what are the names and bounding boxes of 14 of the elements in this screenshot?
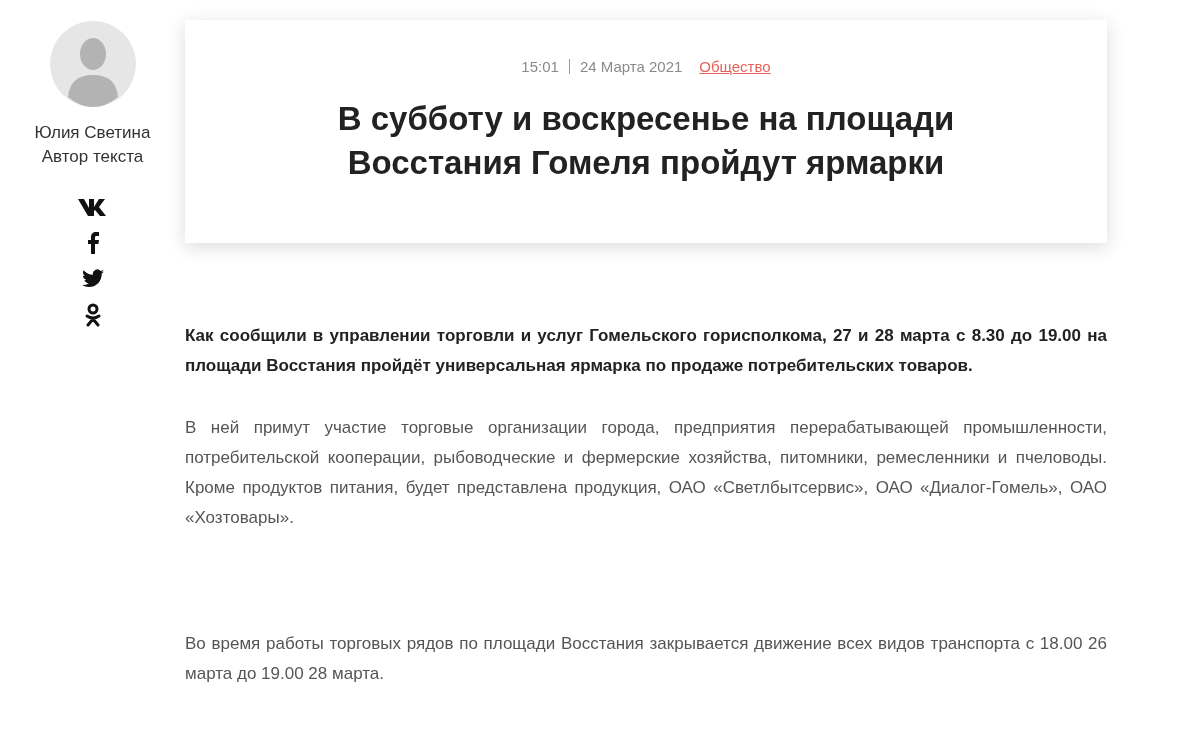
publish-date: 24 Марта 2021 — [579, 58, 683, 75]
avatar-icon — [49, 21, 136, 107]
lead-paragraph: Как сообщили в управлении торговли и услуг Гомельского горисполкома, 27 и 28 марта с 8.30 до 19.00 на площади Восстания пройдёт универсальная ярмарка по продаже потребительских товаров. — [185, 325, 1107, 377]
person-symbol-icon[interactable] — [84, 303, 101, 327]
publish-time: 15:01 — [521, 58, 559, 75]
letter-f-icon[interactable] — [86, 232, 99, 254]
vk-letters-icon[interactable] — [77, 197, 108, 217]
body-paragraph: В ней примут участие торговые организации города, предприятия перерабатывающей промышленности, потребительской кооперации, рыбоводческие и фермерские хозяйства, питомники, ремесленники и пчеловоды. Кроме продуктов питания, будет представлена продукция, ОАО «Светлбытсервис», ОАО «Диалог-Гомель», ОАО «Хозтовары». — [185, 417, 1107, 529]
author-name: Юлия Светина — [34, 122, 151, 144]
author-role: Автор текста — [41, 146, 144, 168]
body-paragraph: Во время работы торговых рядов по площади Восстания закрывается движение всех видов транспорта с 18.00 26 марта до 19.00 28 марта. — [185, 633, 1107, 685]
article-title: В субботу и воскресенье на площади Восстания Гомеля пройдут ярмарки — [336, 99, 956, 183]
bird-icon[interactable] — [81, 269, 104, 288]
category-link[interactable]: Общество — [699, 58, 771, 75]
